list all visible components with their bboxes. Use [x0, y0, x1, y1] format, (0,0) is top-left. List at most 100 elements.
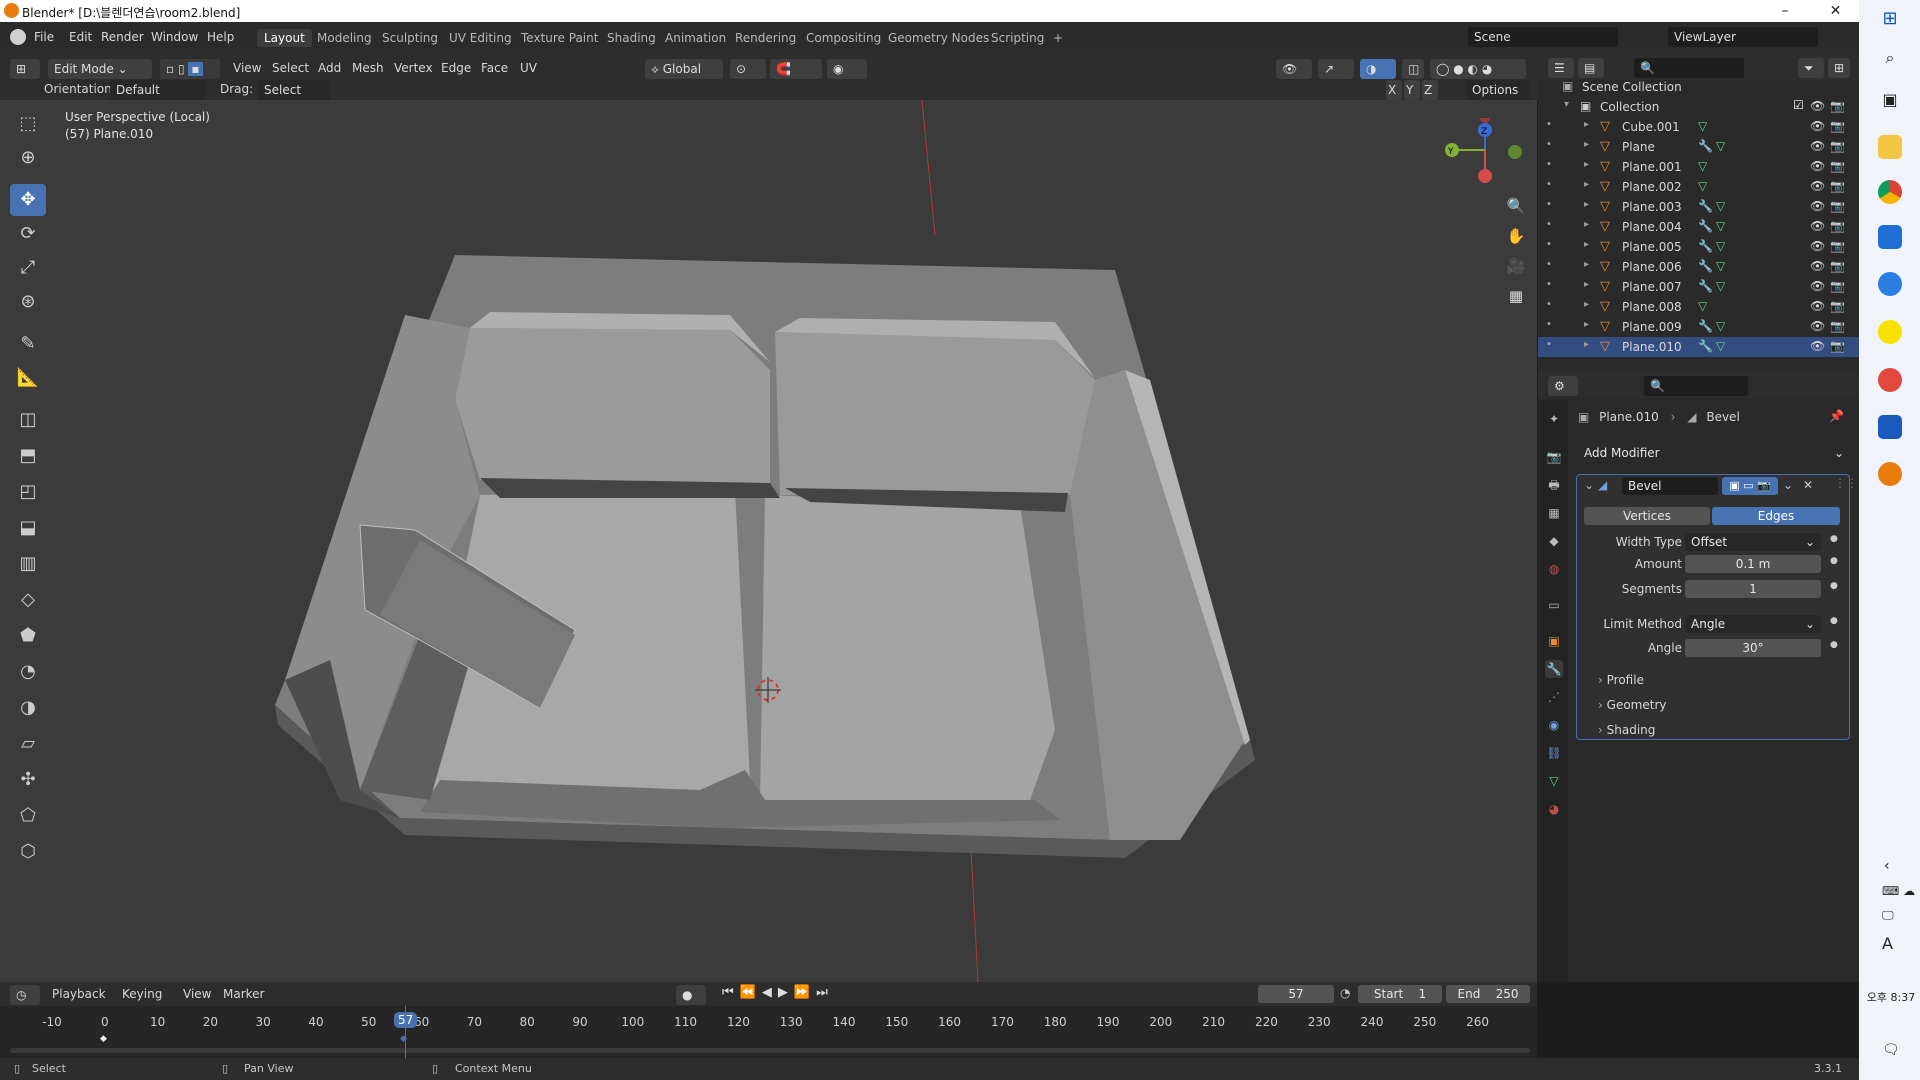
outliner-row[interactable]: • ▸ ▽ Plane.003 🔧 ▽ 👁 📷	[1538, 197, 1859, 217]
options-dropdown[interactable]: Options	[1466, 80, 1530, 100]
record-icon[interactable]: ●	[676, 985, 706, 1005]
expand-icon[interactable]: ▸	[1584, 279, 1589, 290]
camera-icon[interactable]: 📷	[1830, 139, 1845, 153]
visibility-dot-icon[interactable]: •	[1546, 199, 1552, 210]
expand-icon[interactable]: ▸	[1584, 219, 1589, 230]
add-modifier-dropdown[interactable]: Add Modifier ⌄	[1578, 444, 1850, 462]
eye-icon[interactable]: 👁	[1810, 239, 1825, 253]
smooth-icon[interactable]: ◑	[10, 692, 46, 724]
visibility-dot-icon[interactable]: •	[1546, 259, 1552, 270]
select-box-icon[interactable]: ⬚	[10, 108, 46, 140]
mode-selector[interactable]: Edit Mode ⌄	[48, 59, 152, 79]
chrome-icon[interactable]	[1878, 180, 1902, 204]
modifier-wrench-icon[interactable]: 🔧	[1698, 319, 1713, 333]
data-tab-icon[interactable]: ▽	[1545, 772, 1563, 790]
eye-icon[interactable]: 👁	[1810, 199, 1825, 213]
keyframe-dot-icon[interactable]: ●	[1830, 640, 1838, 650]
expand-icon[interactable]: ▸	[1584, 239, 1589, 250]
modifier-wrench-icon[interactable]: 🔧	[1698, 279, 1713, 293]
modifier-menu-icon[interactable]: ⌄	[1783, 478, 1793, 492]
constraints-tab-icon[interactable]: ⛓	[1545, 744, 1563, 762]
outliner-row[interactable]: • ▸ ▽ Plane.010 🔧 ▽ 👁 📷	[1538, 337, 1859, 357]
rotate-icon[interactable]: ⟳	[10, 218, 46, 250]
tab-uv-editing[interactable]: UV Editing	[442, 29, 519, 47]
rip-region-icon[interactable]: ⬡	[10, 836, 46, 868]
expand-icon[interactable]: ▸	[1584, 159, 1589, 170]
keyframe-dot-icon[interactable]: ●	[1830, 616, 1838, 626]
proportional-icon[interactable]: ◉	[827, 59, 867, 79]
perspective-grid-icon[interactable]: ▦	[1502, 282, 1530, 310]
tray-icons[interactable]: ⌨ ☁	[1882, 884, 1915, 898]
mesh-data-icon[interactable]: ▽	[1698, 119, 1707, 133]
search-icon[interactable]: ⌕	[1878, 48, 1902, 72]
orientation-dropdown[interactable]: Default	[110, 80, 206, 100]
expand-icon[interactable]: ▸	[1584, 259, 1589, 270]
chevron-left-icon[interactable]: ‹	[1884, 858, 1890, 874]
checkbox-icon[interactable]: ☑	[1793, 98, 1804, 112]
menu-timeline-view[interactable]: View	[183, 987, 211, 1001]
display-mode-icon[interactable]: ▤	[1578, 58, 1604, 78]
transform-orientation[interactable]: ⟡ Global	[645, 59, 723, 79]
view-layer-tab-icon[interactable]: ▦	[1545, 504, 1563, 522]
mesh-data-icon[interactable]: ▽	[1716, 239, 1725, 253]
shading-subpanel[interactable]: › Shading	[1598, 723, 1655, 737]
scene-selector[interactable]: Scene	[1468, 27, 1618, 47]
windows-start-icon[interactable]: ⊞	[1878, 8, 1902, 32]
camera-icon[interactable]: 📷	[1830, 259, 1845, 273]
outliner-row[interactable]: • ▸ ▽ Cube.001 ▽ 👁 📷	[1538, 117, 1859, 137]
outliner-search[interactable]: 🔍	[1634, 58, 1744, 78]
camera-icon[interactable]: 📷	[1830, 219, 1845, 233]
close-button[interactable]: ✕	[1812, 0, 1859, 22]
scale-icon[interactable]: ⤢	[10, 252, 46, 284]
outliner-row[interactable]: • ▸ ▽ Plane.007 🔧 ▽ 👁 📷	[1538, 277, 1859, 297]
knife-icon[interactable]: ◇	[10, 584, 46, 616]
file-explorer-icon[interactable]	[1878, 135, 1902, 159]
outliner-row[interactable]: • ▸ ▽ Plane.009 🔧 ▽ 👁 📷	[1538, 317, 1859, 337]
eye-icon[interactable]: 👁	[1810, 159, 1825, 173]
collapse-icon[interactable]: ⌄	[1584, 478, 1594, 492]
kakaotalk-icon[interactable]	[1878, 320, 1902, 344]
snap-icon[interactable]: 🧲	[770, 59, 822, 79]
menu-keying[interactable]: Keying	[122, 987, 162, 1001]
mirror-z-button[interactable]: Z	[1422, 80, 1438, 100]
navigation-gizmo[interactable]: Z Y	[1440, 113, 1530, 198]
notification-icon[interactable]: 🗨	[1882, 1042, 1900, 1058]
modifier-wrench-icon[interactable]: 🔧	[1698, 259, 1713, 273]
task-view-icon[interactable]: ▣	[1878, 90, 1902, 114]
visibility-icon[interactable]: 👁	[1276, 59, 1312, 79]
3d-viewport[interactable]: User Perspective (Local) (57) Plane.010	[0, 100, 1537, 982]
menu-add[interactable]: Add	[318, 61, 341, 75]
camera-icon[interactable]: 📷	[1830, 99, 1845, 113]
expand-icon[interactable]: ▾	[1564, 99, 1569, 110]
visibility-dot-icon[interactable]: •	[1546, 219, 1552, 230]
pivot-icon[interactable]: ⊙	[730, 59, 766, 79]
visibility-dot-icon[interactable]: •	[1546, 299, 1552, 310]
menu-view[interactable]: View	[233, 61, 261, 75]
pin-icon[interactable]: 📌	[1829, 409, 1844, 423]
expand-icon[interactable]: ▸	[1584, 339, 1589, 350]
expand-icon[interactable]: ▸	[1584, 319, 1589, 330]
annotate-icon[interactable]: ✎	[10, 328, 46, 360]
pan-hand-icon[interactable]: ✋	[1502, 222, 1530, 250]
gizmo-toggle-icon[interactable]: ↗	[1318, 59, 1354, 79]
inset-icon[interactable]: ◰	[10, 476, 46, 508]
playhead-frame-badge[interactable]: 57	[394, 1012, 418, 1028]
tab-shading[interactable]: Shading	[600, 29, 663, 47]
tab-texture-paint[interactable]: Texture Paint	[514, 29, 605, 47]
move-icon[interactable]: ✥	[10, 184, 46, 216]
modifier-wrench-icon[interactable]: 🔧	[1698, 239, 1713, 253]
amount-field[interactable]: 0.1 m	[1685, 555, 1821, 573]
object-tab-icon[interactable]: ▣	[1545, 632, 1563, 650]
eye-icon[interactable]: 👁	[1810, 339, 1825, 353]
loop-cut-icon[interactable]: ▥	[10, 548, 46, 580]
modifier-wrench-icon[interactable]: 🔧	[1698, 339, 1713, 353]
display-icon[interactable]: 🖵	[1882, 908, 1894, 923]
physics-tab-icon[interactable]: ◉	[1545, 716, 1563, 734]
blender-taskbar-icon[interactable]	[1878, 462, 1902, 486]
add-workspace-button[interactable]: +	[1046, 29, 1070, 47]
blender-menu-icon[interactable]	[10, 29, 26, 45]
segments-field[interactable]: 1	[1685, 580, 1821, 598]
outliner-row[interactable]: • ▸ ▽ Plane.001 ▽ 👁 📷	[1538, 157, 1859, 177]
shading-mode-group[interactable]: ◯ ● ◐ ◕	[1430, 59, 1526, 79]
menu-select[interactable]: Select	[272, 61, 309, 75]
